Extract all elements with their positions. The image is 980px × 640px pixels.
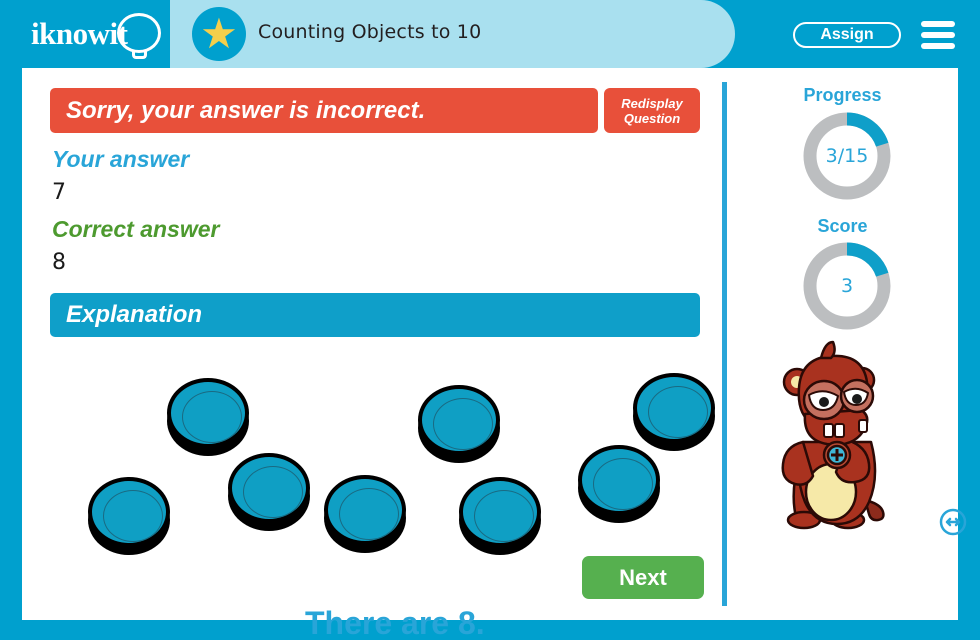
app-header: iknowit ★ Counting Objects to 10 Assign: [0, 0, 980, 68]
hamburger-bar: [921, 43, 955, 49]
score-label: Score: [817, 216, 868, 236]
counter-disc-inner-ring: [103, 490, 163, 542]
counter-disc-inner-ring: [433, 398, 493, 450]
content-frame: Sorry, your answer is incorrect. Redispl…: [22, 68, 967, 640]
counter-disc-face: [459, 477, 541, 547]
hamburger-bar: [921, 21, 955, 27]
explanation-bar: Explanation: [50, 293, 700, 337]
hamburger-bar: [921, 32, 955, 38]
lightbulb-icon: [117, 13, 161, 53]
counter-disc-icon: [633, 373, 715, 451]
counter-disc-icon: [578, 445, 660, 523]
counter-disc-face: [324, 475, 406, 545]
counter-disc-face: [88, 477, 170, 547]
lesson-title-pill: ★ Counting Objects to 10: [170, 0, 735, 68]
main-panel: Sorry, your answer is incorrect. Redispl…: [22, 68, 722, 640]
counter-disc-face: [418, 385, 500, 455]
redisplay-question-button[interactable]: Redisplay Question: [604, 88, 700, 133]
explanation-text: There are 8.: [305, 605, 485, 640]
star-badge: ★: [192, 7, 246, 61]
correct-answer-label: Correct answer: [52, 216, 220, 242]
your-answer-label: Your answer: [52, 146, 190, 172]
progress-label: Progress: [803, 85, 882, 105]
explanation-label: Explanation: [66, 301, 203, 328]
iknowit-logo[interactable]: iknowit: [28, 8, 168, 60]
counter-disc-inner-ring: [243, 466, 303, 518]
hamburger-menu-icon[interactable]: [921, 21, 955, 49]
lightbulb-base-icon: [132, 51, 147, 59]
your-answer-value: 7: [52, 180, 66, 205]
bear-mascot-icon: [769, 340, 909, 540]
logo-wordmark: iknowit: [31, 16, 128, 51]
counter-disc-face: [578, 445, 660, 515]
counter-disc-face: [228, 453, 310, 523]
assign-button[interactable]: Assign: [793, 22, 901, 48]
counter-disc-inner-ring: [182, 391, 242, 443]
redisplay-line-1: Redisplay: [621, 95, 683, 111]
progress-ring: 3/15: [801, 110, 893, 202]
counter-disc-icon: [228, 453, 310, 531]
resize-horizontal-svg: [939, 508, 967, 536]
score-value: 3: [840, 275, 854, 297]
counter-disc-icon: [167, 378, 249, 456]
counter-disc-inner-ring: [474, 490, 534, 542]
redisplay-line-2: Question: [623, 110, 681, 126]
counter-disc-inner-ring: [593, 458, 653, 510]
counter-disc-inner-ring: [648, 386, 708, 438]
counter-disc-inner-ring: [339, 488, 399, 540]
next-button[interactable]: Next: [582, 556, 704, 599]
counter-illustration: [22, 340, 722, 570]
result-banner: Sorry, your answer is incorrect.: [50, 88, 598, 133]
progress-value: 3/15: [825, 145, 869, 167]
counter-disc-icon: [88, 477, 170, 555]
correct-answer-value: 8: [52, 250, 66, 275]
counter-disc-face: [167, 378, 249, 448]
counter-disc-icon: [324, 475, 406, 553]
star-icon: ★: [200, 10, 238, 57]
bear-mascot-svg: [781, 340, 885, 530]
score-ring: 3: [801, 240, 893, 332]
counter-disc-face: [633, 373, 715, 443]
page-title: Counting Objects to 10: [258, 21, 482, 43]
app-window: iknowit ★ Counting Objects to 10 Assign …: [0, 0, 980, 640]
counter-disc-icon: [459, 477, 541, 555]
status-sidebar: Progress 3/15 Score 3: [727, 68, 967, 620]
counter-disc-icon: [418, 385, 500, 463]
resize-horizontal-icon[interactable]: [939, 508, 967, 536]
result-banner-text: Sorry, your answer is incorrect.: [66, 96, 426, 124]
